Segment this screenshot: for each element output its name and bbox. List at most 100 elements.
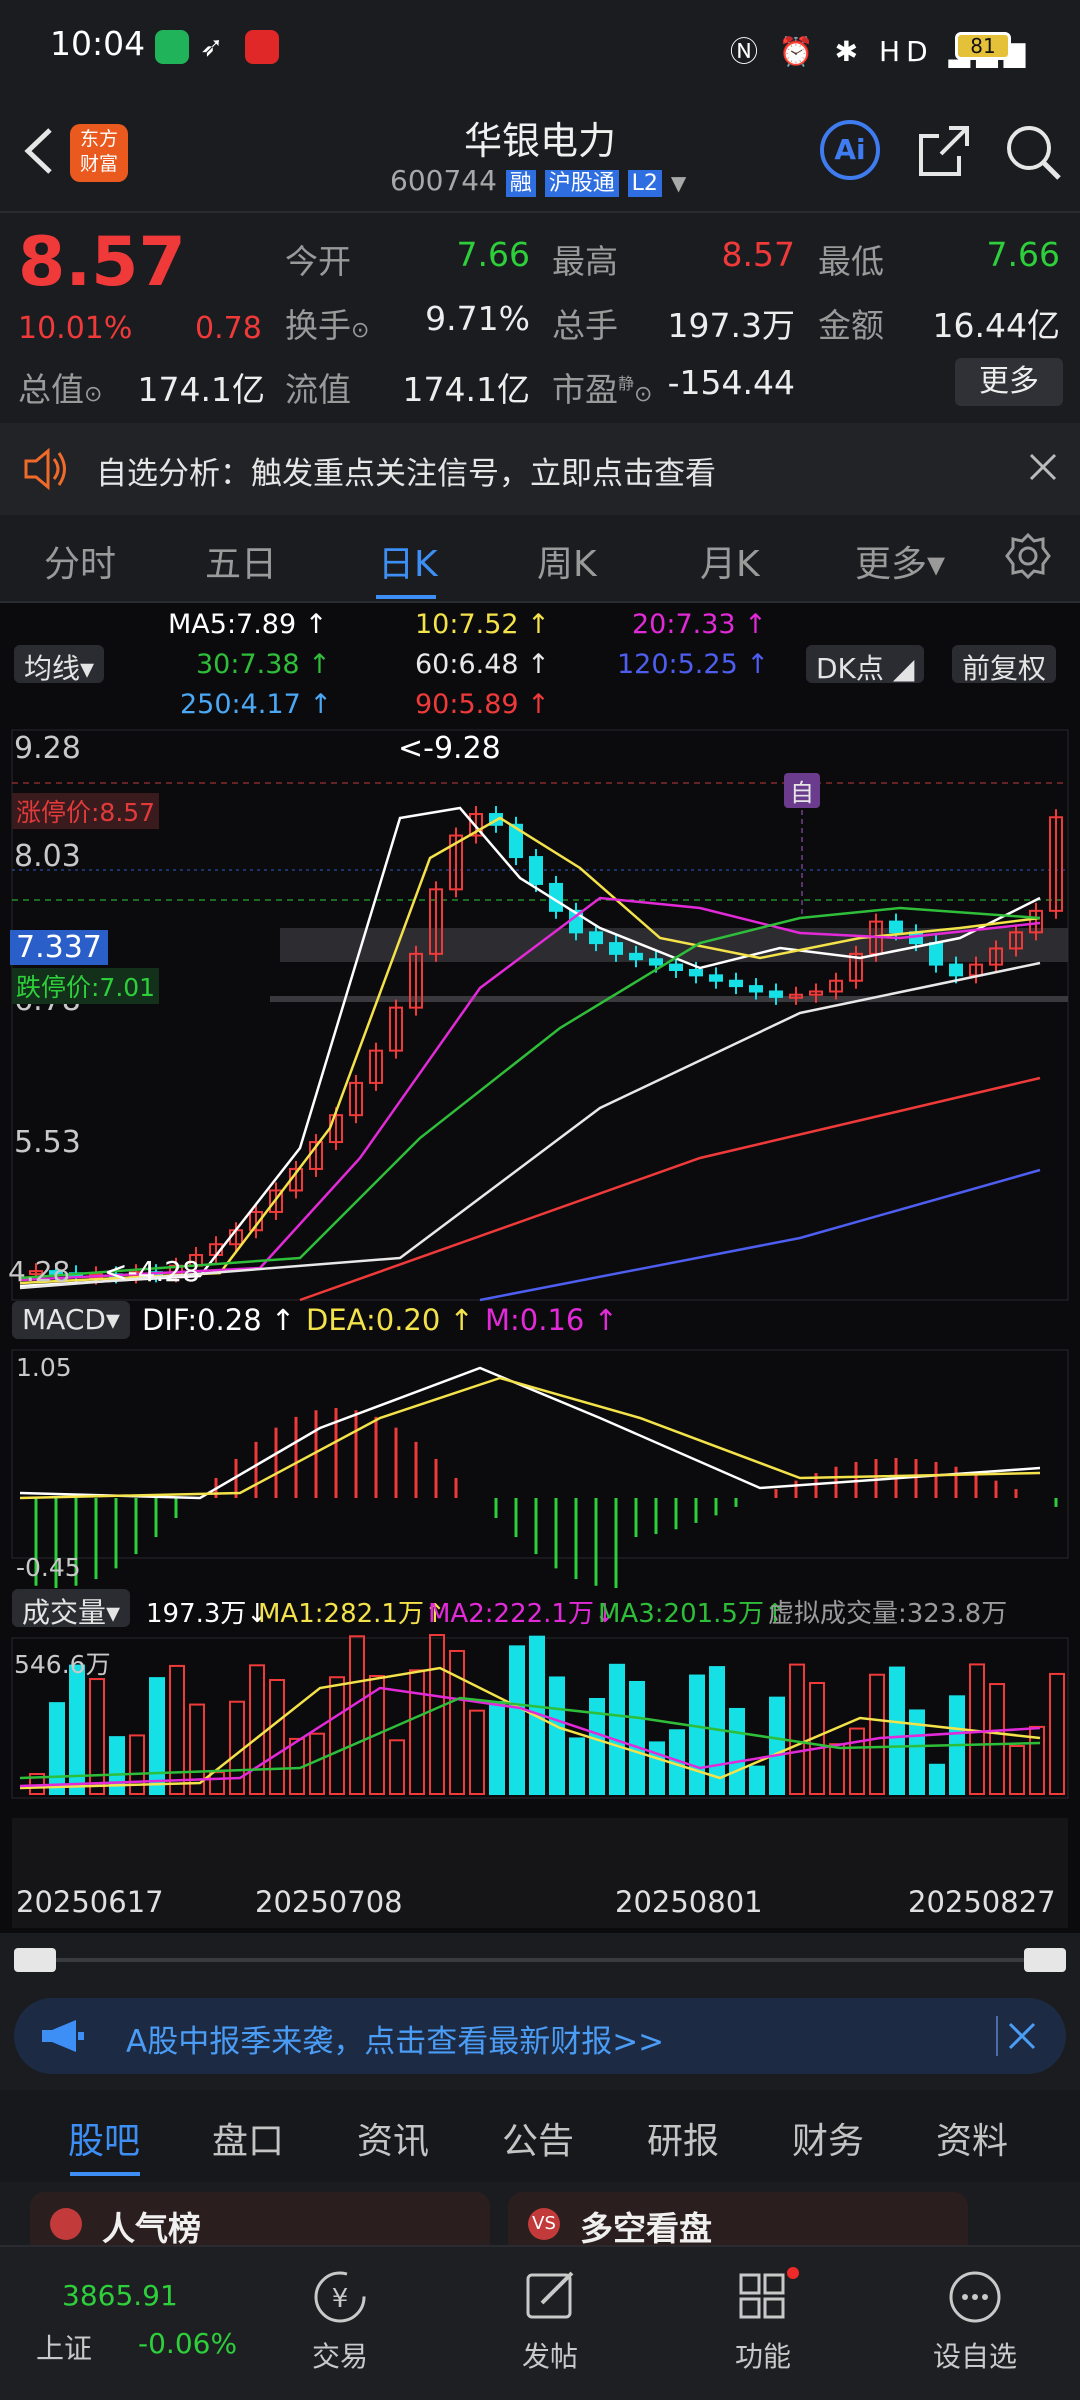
banner-close-icon[interactable] — [996, 2016, 1036, 2056]
index-name[interactable]: 上证 — [36, 2327, 92, 2367]
chart-mark-61 — [629, 952, 643, 961]
active-tab-indicator — [376, 595, 436, 599]
chart-mark-162 — [149, 1677, 165, 1795]
status-bar: 10:04 ➶ Ⓝ ⏰ ✱ HD ▂▄▆ 81 — [0, 0, 1080, 96]
subtab-finance[interactable]: 财务 — [792, 2112, 864, 2164]
chart-mark-93 — [949, 963, 963, 977]
trade-icon[interactable]: ¥ — [270, 2267, 410, 2327]
index-change[interactable]: -0.06% — [138, 2327, 237, 2360]
bull-bear-title: 多空看盘 — [580, 2209, 712, 2248]
chart-mark-165 — [209, 1771, 225, 1796]
pe-value: -154.44 — [667, 363, 795, 402]
ai-icon[interactable]: Ai — [820, 120, 880, 180]
chart-mark-175 — [409, 1669, 425, 1796]
more-button[interactable]: 更多 — [955, 358, 1063, 406]
subtab-forum[interactable]: 股吧 — [68, 2112, 140, 2164]
subtab-research[interactable]: 研报 — [647, 2112, 719, 2164]
settings-icon[interactable] — [1005, 532, 1051, 580]
stock-header: 东方 财富 华银电力 600744 融 沪股通 L2 ▼ Ai — [0, 96, 1080, 211]
nav-trade[interactable]: 交易 — [270, 2335, 410, 2375]
chart-mark-196 — [829, 1743, 845, 1796]
ma60-legend: 60:6.48 ↑ — [415, 649, 550, 680]
notice-bar[interactable]: 自选分析：触发重点关注信号，立即点击查看 — [0, 423, 1080, 515]
chart-mark-194 — [789, 1663, 805, 1795]
popularity-icon — [50, 2208, 82, 2240]
dif-legend: DIF:0.28 ↑ — [142, 1303, 296, 1337]
chart-mark-178 — [469, 1709, 485, 1795]
info-tabs: 股吧 盘口 资讯 公告 研报 财务 资料 — [0, 2090, 1080, 2182]
index-value[interactable]: 3865.91 — [62, 2279, 178, 2312]
volume-toggle-button[interactable]: 成交量▾ — [12, 1589, 131, 1629]
search-icon[interactable] — [1003, 122, 1063, 182]
subtab-orderbook[interactable]: 盘口 — [212, 2112, 284, 2164]
chart-mark-157 — [49, 1702, 65, 1795]
ma-toggle-button[interactable]: 均线▾ — [14, 645, 105, 685]
high-marker: <-9.28 — [398, 731, 501, 766]
tab-daily-k[interactable]: 日K — [378, 535, 438, 587]
quote-panel: 8.57 10.01% 0.78 今开 7.66 最高 8.57 最低 7.66… — [0, 211, 1080, 423]
ma90-line — [299, 1076, 1041, 1302]
battery-icon: 81 — [955, 32, 1011, 60]
low-marker: <-4.28 — [104, 1255, 200, 1288]
close-icon[interactable] — [1025, 449, 1061, 485]
popularity-card[interactable]: 人气榜 — [30, 2192, 490, 2252]
range-track — [18, 1958, 1062, 1962]
subtab-profile[interactable]: 资料 — [936, 2112, 1008, 2164]
tab-five-day[interactable]: 五日 — [205, 535, 277, 587]
chart-mark-159 — [89, 1678, 105, 1796]
more-dots-icon[interactable] — [905, 2267, 1045, 2327]
chart-mark-91 — [929, 942, 943, 966]
vol-ma2-legend: MA2:222.1万↓ — [428, 1599, 616, 1629]
tab-weekly-k[interactable]: 周K — [537, 535, 597, 587]
nav-add-watch[interactable]: 设自选 — [905, 2335, 1045, 2375]
chart-mark-205 — [1009, 1744, 1025, 1795]
chart-mark-168 — [269, 1678, 285, 1796]
megaphone-icon — [40, 2018, 86, 2054]
share-icon[interactable] — [915, 122, 973, 180]
last-price: 8.57 — [18, 223, 186, 302]
chart-mark-59 — [609, 942, 623, 955]
tag-margin: 融 — [505, 170, 536, 197]
chart-mark-179 — [489, 1700, 505, 1796]
tab-timeshare[interactable]: 分时 — [44, 535, 116, 587]
pe-label: 市盈静⊙ — [552, 370, 653, 409]
function-icon[interactable] — [693, 2267, 833, 2327]
chart-mark-199 — [889, 1666, 905, 1795]
adjust-button[interactable]: 前复权 — [952, 645, 1057, 685]
limit-down-label: 跌停价:7.01 — [12, 968, 160, 1004]
kline-chart-area[interactable]: 均线▾ MA5:7.89 ↑ 10:7.52 ↑ 20:7.33 ↑ 30:7.… — [0, 603, 1080, 1933]
tab-more[interactable]: 更多▾ — [855, 535, 945, 587]
popularity-title: 人气榜 — [102, 2209, 201, 2248]
macd-toggle-button[interactable]: MACD▾ — [12, 1301, 130, 1339]
vs-icon: VS — [528, 2208, 560, 2240]
chart-mark-69 — [709, 974, 723, 982]
period-tabs: 分时 五日 日K 周K 月K 更多▾ — [0, 515, 1080, 603]
range-handle-right[interactable] — [1024, 1948, 1066, 1972]
range-handle-left[interactable] — [14, 1948, 56, 1972]
macd-panel-frame — [11, 1349, 1069, 1559]
macd-ymin: -0.45 — [16, 1553, 81, 1582]
ma120-line — [479, 1168, 1041, 1302]
low-label: 最低 — [818, 242, 884, 281]
chart-mark-87 — [889, 920, 903, 934]
post-icon[interactable] — [480, 2267, 620, 2327]
dea-legend: DEA:0.20 ↑ — [306, 1303, 474, 1337]
chart-mark-183 — [569, 1737, 585, 1795]
nav-post[interactable]: 发帖 — [480, 2335, 620, 2375]
chart-mark-193 — [769, 1696, 785, 1796]
subtab-news[interactable]: 资讯 — [357, 2112, 429, 2164]
float-label: 流值 — [285, 370, 351, 409]
send-app-icon: ➶ — [200, 30, 224, 63]
mcap-value: 174.1亿 — [137, 370, 265, 409]
bull-bear-card[interactable]: VS 多空看盘 — [508, 2192, 968, 2252]
change-value: 0.78 — [195, 311, 262, 346]
tab-monthly-k[interactable]: 月K — [700, 535, 760, 587]
float-value: 174.1亿 — [402, 370, 530, 409]
stock-code: 600744 — [390, 164, 497, 197]
report-banner[interactable]: A股中报季来袭，点击查看最新财报>> — [14, 1998, 1066, 2074]
high-label: 最高 — [552, 242, 618, 281]
svg-text:¥: ¥ — [332, 2284, 349, 2314]
nav-function[interactable]: 功能 — [693, 2335, 833, 2375]
subtab-announcement[interactable]: 公告 — [502, 2112, 574, 2164]
dk-point-button[interactable]: DK点 ◢ — [806, 645, 925, 685]
